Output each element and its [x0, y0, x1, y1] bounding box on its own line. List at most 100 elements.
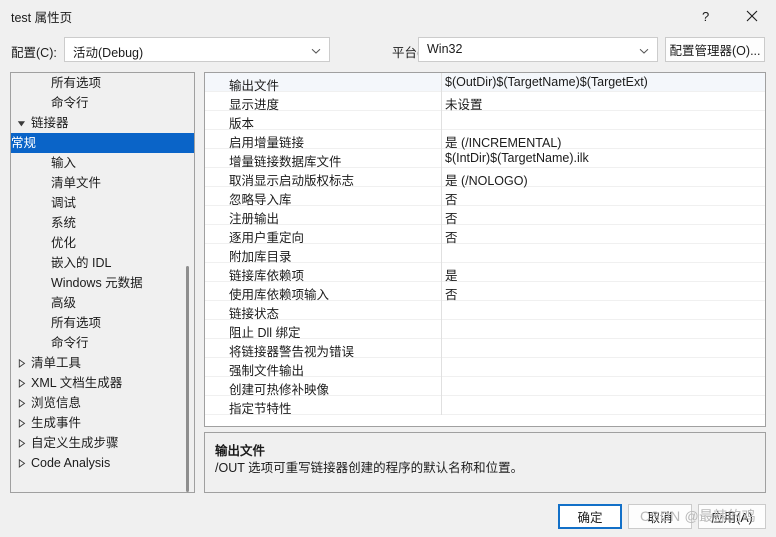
sidebar-item-17[interactable]: 生成事件	[11, 413, 194, 433]
platform-combobox-value: Win32	[427, 42, 463, 56]
sidebar-item-12[interactable]: 所有选项	[11, 313, 194, 333]
property-row[interactable]: 逐用户重定向否	[205, 225, 765, 245]
description-panel: 输出文件 /OUT 选项可重写链接器创建的程序的默认名称和位置。	[204, 432, 766, 493]
sidebar-item-19[interactable]: Code Analysis	[11, 453, 194, 473]
help-button[interactable]: ?	[683, 0, 729, 31]
tree-scrollbar[interactable]	[182, 74, 193, 492]
sidebar-item-label: 所有选项	[51, 76, 102, 90]
sidebar-item-label: 生成事件	[31, 416, 82, 430]
property-value[interactable]: $(OutDir)$(TargetName)$(TargetExt)	[445, 75, 648, 89]
description-title: 输出文件	[215, 444, 266, 458]
ok-button[interactable]: 确定	[558, 504, 622, 529]
property-grid-splitter[interactable]	[441, 73, 442, 415]
property-row[interactable]: 输出文件 $(OutDir)$(TargetName)$(TargetExt)	[205, 73, 765, 93]
chevron-down-icon	[311, 48, 321, 54]
configuration-manager-button[interactable]: 配置管理器(O)...	[665, 37, 765, 62]
configuration-label: 配置(C):	[11, 46, 57, 60]
sidebar-item-16[interactable]: 浏览信息	[11, 393, 194, 413]
chevron-right-icon	[13, 373, 29, 393]
property-row[interactable]: 将链接器警告视为错误	[205, 339, 765, 359]
property-row[interactable]: 使用库依赖项输入否	[205, 282, 765, 302]
sidebar-item-11[interactable]: 高级	[11, 293, 194, 313]
sidebar-item-13[interactable]: 命令行	[11, 333, 194, 353]
sidebar-item-0[interactable]: 所有选项	[11, 73, 194, 93]
sidebar-item-label: 命令行	[51, 96, 89, 110]
property-row[interactable]: 显示进度 未设置	[205, 92, 765, 112]
property-row[interactable]: 指定节特性	[205, 396, 765, 416]
property-row[interactable]: 版本	[205, 111, 765, 131]
chevron-down-icon	[13, 113, 29, 133]
property-row[interactable]: 创建可热修补映像	[205, 377, 765, 397]
property-grid[interactable]: 输出文件 $(OutDir)$(TargetName)$(TargetExt) 显示…	[204, 72, 766, 427]
chevron-down-icon	[639, 48, 649, 54]
sidebar-item-5[interactable]: 清单文件	[11, 173, 194, 193]
close-button[interactable]	[729, 0, 775, 31]
property-value[interactable]: $(IntDir)$(TargetName).ilk	[445, 151, 589, 165]
sidebar-item-10[interactable]: Windows 元数据	[11, 273, 194, 293]
sidebar-item-label: 输入	[51, 156, 77, 170]
property-row[interactable]: 链接状态	[205, 301, 765, 321]
sidebar-item-label: 所有选项	[51, 316, 102, 330]
sidebar-item-label: XML 文档生成器	[31, 376, 123, 390]
sidebar-item-2[interactable]: 链接器	[11, 113, 194, 133]
sidebar-item-18[interactable]: 自定义生成步骤	[11, 433, 194, 453]
close-icon	[746, 10, 758, 21]
sidebar-item-label: 自定义生成步骤	[31, 436, 119, 450]
sidebar-item-9[interactable]: 嵌入的 IDL	[11, 253, 194, 273]
sidebar-item-label: 优化	[51, 236, 77, 250]
sidebar-item-4[interactable]: 输入	[11, 153, 194, 173]
chevron-right-icon	[13, 413, 29, 433]
sidebar-item-label: 高级	[51, 296, 77, 310]
description-body: /OUT 选项可重写链接器创建的程序的默认名称和位置。	[215, 461, 524, 475]
apply-button[interactable]: 应用(A)	[698, 504, 766, 529]
tree-list: 所有选项 命令行 链接器 常规 输入 清单文件 调试 系统 优化 嵌入的 IDL Windows 元…	[11, 73, 194, 473]
chevron-right-icon	[13, 453, 29, 473]
sidebar-item-14[interactable]: 清单工具	[11, 353, 194, 373]
sidebar-item-3[interactable]: 常规	[11, 133, 194, 153]
sidebar-item-label: 浏览信息	[31, 396, 82, 410]
page-title: test 属性页	[11, 11, 73, 25]
sidebar-item-15[interactable]: XML 文档生成器	[11, 373, 194, 393]
question-mark-icon: ?	[702, 9, 709, 23]
sidebar-item-7[interactable]: 系统	[11, 213, 194, 233]
chevron-right-icon	[13, 433, 29, 453]
sidebar-item-label: 调试	[51, 196, 77, 210]
chevron-right-icon	[13, 353, 29, 373]
sidebar-item-6[interactable]: 调试	[11, 193, 194, 213]
property-row[interactable]: 忽略导入库否	[205, 187, 765, 207]
cancel-button[interactable]: 取消	[628, 504, 692, 529]
property-row[interactable]: 启用增量链接是 (/INCREMENTAL)	[205, 130, 765, 150]
configuration-combobox[interactable]: 活动(Debug)	[64, 37, 330, 62]
platform-combobox[interactable]: Win32	[418, 37, 658, 62]
property-row[interactable]: 阻止 Dll 绑定	[205, 320, 765, 340]
svg-text:?: ?	[702, 9, 709, 23]
sidebar-item-label: 清单文件	[51, 176, 102, 190]
property-row[interactable]: 取消显示启动版权标志是 (/NOLOGO)	[205, 168, 765, 188]
sidebar-item-1[interactable]: 命令行	[11, 93, 194, 113]
title-bar: test 属性页 ?	[0, 0, 776, 31]
property-row[interactable]: 强制文件输出	[205, 358, 765, 378]
property-row[interactable]: 链接库依赖项是	[205, 263, 765, 283]
sidebar-item-label: 清单工具	[31, 356, 82, 370]
property-row[interactable]: 附加库目录	[205, 244, 765, 264]
property-page-tree[interactable]: 所有选项 命令行 链接器 常规 输入 清单文件 调试 系统 优化 嵌入的 IDL Windows 元…	[10, 72, 195, 493]
property-row[interactable]: 注册输出否	[205, 206, 765, 226]
sidebar-item-8[interactable]: 优化	[11, 233, 194, 253]
sidebar-item-label: 系统	[51, 216, 77, 230]
tree-scrollbar-thumb[interactable]	[186, 266, 189, 492]
property-name: 指定节特性	[229, 402, 292, 416]
sidebar-item-label: Code Analysis	[31, 456, 111, 470]
configuration-toolbar: 配置(C): 活动(Debug) 平台(P): Win32 配置管理器(O)..…	[0, 34, 776, 66]
sidebar-item-label: 命令行	[51, 336, 89, 350]
property-row[interactable]: 增量链接数据库文件 $(IntDir)$(TargetName).ilk	[205, 149, 765, 169]
